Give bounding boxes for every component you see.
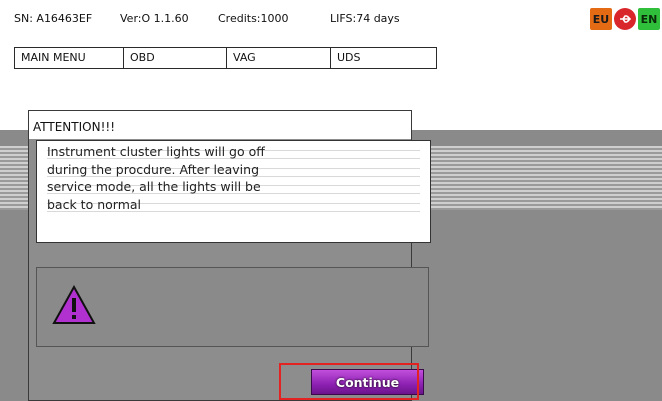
highlight-box: [279, 363, 419, 400]
tab-obd[interactable]: OBD: [124, 48, 227, 68]
usb-icon: [614, 8, 636, 30]
menu-tabs: MAIN MENU OBD VAG UDS: [14, 47, 437, 69]
usb-glyph: [620, 15, 632, 23]
message-line-3: service mode, all the lights will be: [47, 178, 420, 196]
dialog-header: ATTENTION!!!: [29, 111, 411, 139]
serial-number: SN: A16463EF: [14, 12, 93, 25]
attention-dialog: ATTENTION!!! Instrument cluster lights w…: [28, 110, 431, 401]
tab-main-menu[interactable]: MAIN MENU: [15, 48, 124, 68]
warning-icon: [52, 285, 96, 324]
message-box: Instrument cluster lights will go off du…: [36, 140, 431, 243]
tab-vag[interactable]: VAG: [227, 48, 331, 68]
version-label: Ver:O 1.1.60: [120, 12, 189, 25]
dialog-title: ATTENTION!!!: [33, 120, 116, 134]
icon-panel: [36, 267, 429, 347]
status-bar: SN: A16463EF Ver:O 1.1.60 Credits:1000 L…: [0, 0, 662, 38]
life-label: LIFS:74 days: [330, 12, 400, 25]
credits-label: Credits:1000: [218, 12, 289, 25]
scanline-band-left: [0, 146, 30, 210]
language-badge[interactable]: EN: [638, 8, 660, 30]
scanline-band-right: [428, 146, 662, 210]
message-line-2: during the procdure. After leaving: [47, 160, 420, 178]
message-line-1: Instrument cluster lights will go off: [47, 143, 420, 161]
tab-uds[interactable]: UDS: [331, 48, 434, 68]
message-line-4: back to normal: [47, 195, 420, 213]
region-badge[interactable]: EU: [590, 8, 612, 30]
